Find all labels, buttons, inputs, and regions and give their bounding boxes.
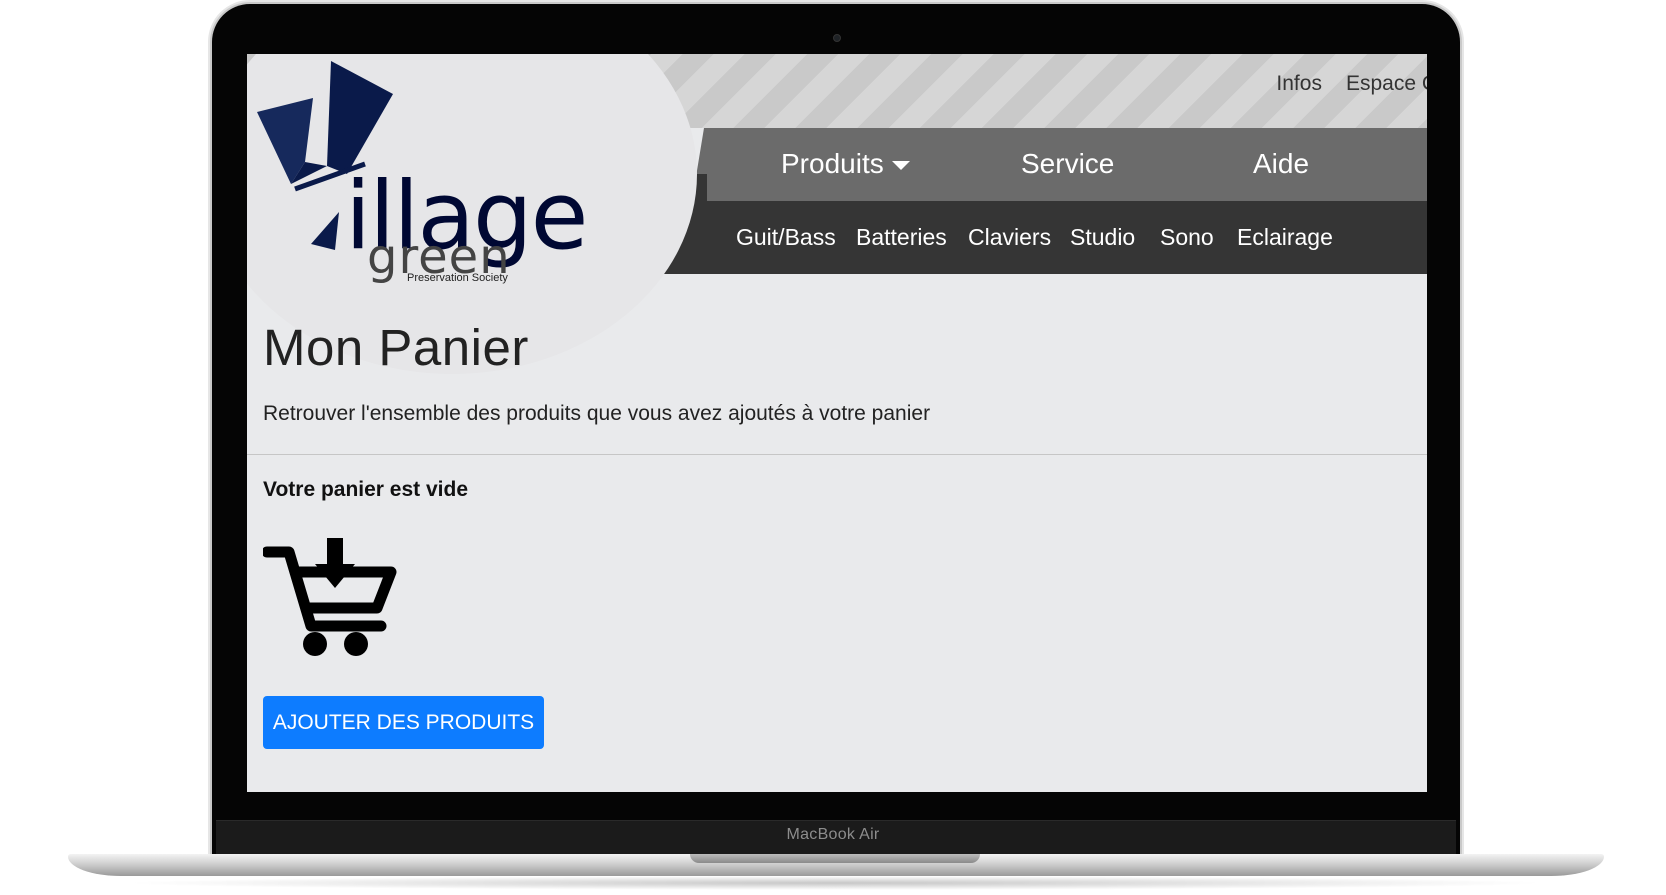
menu-aide[interactable]: Aide xyxy=(1253,148,1309,180)
laptop-base-notch xyxy=(690,854,980,863)
device-label: MacBook Air xyxy=(786,826,880,843)
submenu-studio[interactable]: Studio xyxy=(1070,224,1135,251)
top-links: Infos Espace C xyxy=(1276,72,1427,96)
menu-produits[interactable]: Produits xyxy=(781,148,910,180)
page-title: Mon Panier xyxy=(263,319,529,376)
submenu-guit-bass[interactable]: Guit/Bass xyxy=(736,224,836,251)
site-logo[interactable]: illage green Preservation Society xyxy=(247,54,667,354)
top-link-infos[interactable]: Infos xyxy=(1276,72,1322,96)
menu-service[interactable]: Service xyxy=(1021,148,1114,180)
submenu-eclairage[interactable]: Eclairage xyxy=(1237,224,1333,251)
divider xyxy=(247,454,1427,455)
submenu-batteries[interactable]: Batteries xyxy=(856,224,947,251)
laptop-shadow xyxy=(120,876,1550,890)
cart-download-icon xyxy=(261,538,398,663)
submenu-claviers[interactable]: Claviers xyxy=(968,224,1051,251)
add-products-button[interactable]: AJOUTER DES PRODUITS xyxy=(263,696,544,749)
webcam-icon xyxy=(833,34,841,42)
browser-viewport: Infos Espace C illage green Preservation… xyxy=(247,54,1427,792)
top-link-espace-client[interactable]: Espace C xyxy=(1346,72,1427,96)
menu-produits-label: Produits xyxy=(781,148,884,179)
caret-down-icon xyxy=(891,161,910,171)
page-subtitle: Retrouver l'ensemble des produits que vo… xyxy=(263,402,931,425)
submenu-sono[interactable]: Sono xyxy=(1160,224,1214,251)
empty-cart-message: Votre panier est vide xyxy=(263,478,469,501)
logo-tagline: Preservation Society xyxy=(407,272,508,284)
